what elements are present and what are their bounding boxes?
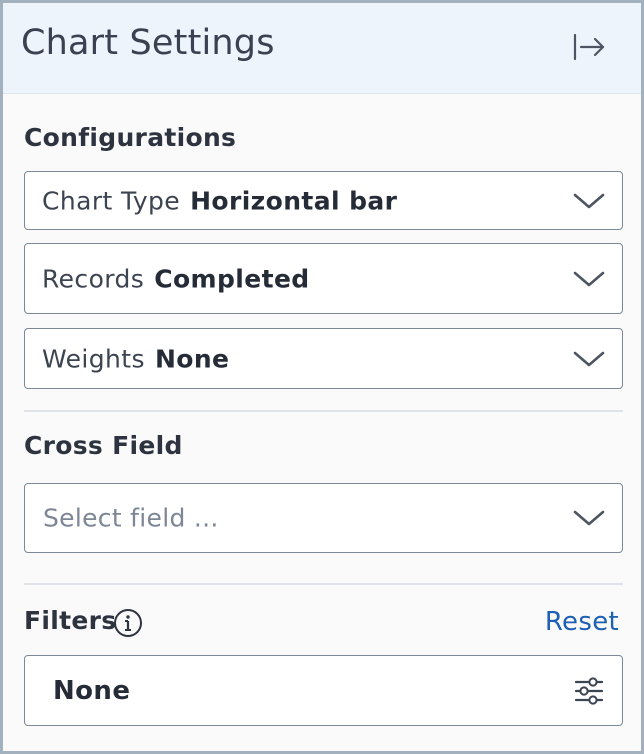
chevron-down-icon (573, 193, 605, 208)
chart-type-value: Horizontal bar (190, 186, 398, 215)
chart-type-label: Chart Type (42, 186, 181, 215)
filters-heading: Filters (24, 606, 117, 635)
sliders-icon[interactable] (572, 674, 606, 708)
cross-field-placeholder: Select field ... (43, 503, 219, 533)
reset-filters-link[interactable]: Reset (545, 607, 619, 637)
records-select[interactable]: Records Completed (24, 243, 623, 314)
section-divider (24, 583, 623, 585)
chevron-down-icon (573, 351, 605, 366)
chart-type-text: Chart Type Horizontal bar (42, 186, 397, 215)
cross-field-select[interactable]: Select field ... (24, 483, 623, 553)
collapse-right-icon (573, 33, 605, 61)
chart-settings-panel: Chart Settings Configurations Chart Type… (0, 0, 644, 754)
chart-type-select[interactable]: Chart Type Horizontal bar (24, 171, 623, 230)
weights-label: Weights (42, 344, 145, 373)
section-divider (24, 410, 623, 412)
info-icon[interactable] (113, 608, 143, 638)
records-label: Records (42, 264, 145, 293)
panel-header: Chart Settings (3, 3, 641, 94)
weights-value: None (154, 344, 230, 373)
filters-box[interactable]: None (24, 655, 623, 726)
panel-title: Chart Settings (21, 23, 275, 63)
configurations-heading: Configurations (24, 123, 237, 152)
records-value: Completed (154, 264, 310, 293)
chevron-down-icon (573, 510, 605, 526)
cross-field-heading: Cross Field (24, 431, 183, 460)
filters-value: None (53, 675, 131, 706)
weights-select[interactable]: Weights None (24, 328, 623, 389)
collapse-panel-button[interactable] (569, 29, 609, 65)
weights-text: Weights None (42, 344, 229, 373)
chevron-down-icon (573, 271, 605, 286)
records-text: Records Completed (42, 264, 310, 293)
